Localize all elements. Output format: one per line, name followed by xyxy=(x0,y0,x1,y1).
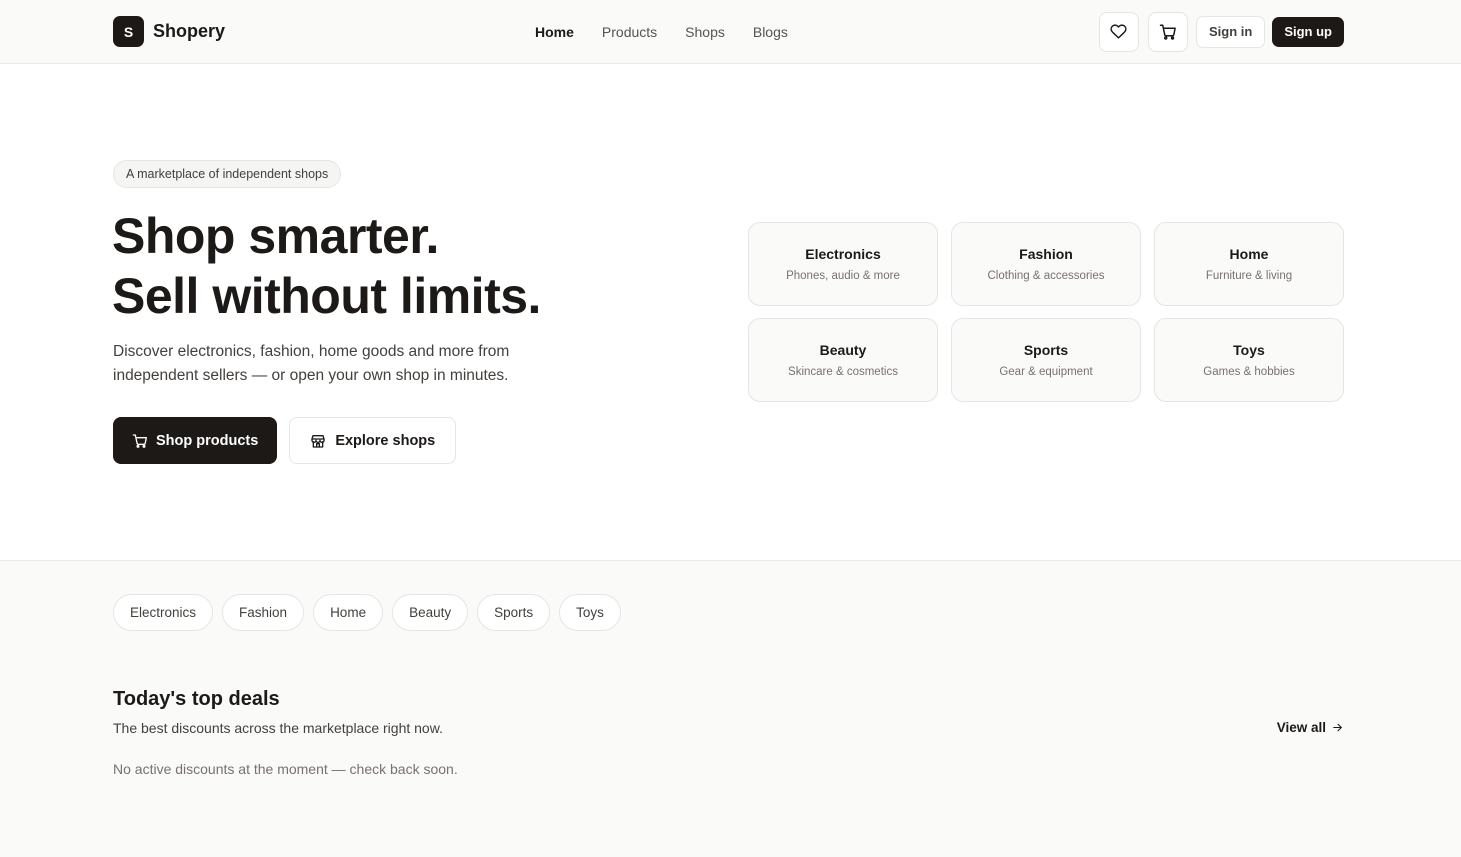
cart-icon xyxy=(132,433,147,448)
site-header: S Shopery Home Products Shops Blogs Sign… xyxy=(0,0,1461,64)
sign-in-button[interactable]: Sign in xyxy=(1195,15,1266,48)
category-title: Fashion xyxy=(1019,246,1073,262)
chip-home[interactable]: Home xyxy=(313,594,384,631)
cart-icon xyxy=(1159,24,1176,40)
nav-home[interactable]: Home xyxy=(535,24,574,40)
view-all-link[interactable]: View all xyxy=(1277,720,1344,735)
hero-headline: Shop smarter. Sell without limits. xyxy=(112,206,541,326)
category-card-fashion[interactable]: Fashion Clothing & accessories xyxy=(951,222,1141,306)
explore-shops-label: Explore shops xyxy=(335,432,436,449)
category-card-home[interactable]: Home Furniture & living xyxy=(1154,222,1344,306)
wishlist-button[interactable] xyxy=(1098,11,1139,52)
deals-subtitle: The best discounts across the marketplac… xyxy=(113,720,443,736)
shop-products-label: Shop products xyxy=(156,432,259,449)
view-all-label: View all xyxy=(1276,720,1326,735)
category-title: Electronics xyxy=(805,246,881,262)
category-card-sports[interactable]: Sports Gear & equipment xyxy=(951,318,1141,402)
category-card-beauty[interactable]: Beauty Skincare & cosmetics xyxy=(748,318,938,402)
heart-icon xyxy=(1110,24,1128,39)
category-title: Toys xyxy=(1233,342,1265,358)
category-title: Beauty xyxy=(819,342,867,358)
chip-beauty[interactable]: Beauty xyxy=(392,594,469,631)
header-inner: S Shopery Home Products Shops Blogs Sign… xyxy=(113,0,1344,63)
sign-up-button[interactable]: Sign up xyxy=(1272,16,1344,47)
category-desc: Skincare & cosmetics xyxy=(788,366,898,378)
cart-button[interactable] xyxy=(1147,11,1188,52)
deals-section: Electronics Fashion Home Beauty Sports T… xyxy=(0,561,1461,857)
category-desc: Gear & equipment xyxy=(999,366,1093,378)
brand-logo: S xyxy=(113,16,144,47)
chip-toys[interactable]: Toys xyxy=(559,594,621,631)
chip-sports[interactable]: Sports xyxy=(477,594,551,631)
category-grid: Electronics Phones, audio & more Fashion… xyxy=(748,222,1344,402)
chip-fashion[interactable]: Fashion xyxy=(222,594,305,631)
category-desc: Clothing & accessories xyxy=(987,270,1105,282)
category-desc: Furniture & living xyxy=(1205,270,1293,282)
explore-shops-button[interactable]: Explore shops xyxy=(289,417,457,464)
nav-blogs[interactable]: Blogs xyxy=(753,24,788,40)
category-title: Home xyxy=(1229,246,1269,262)
hero-cta-row: Shop products Explore shops xyxy=(113,417,457,464)
headline-line-2: Sell without limits. xyxy=(112,268,541,324)
category-card-toys[interactable]: Toys Games & hobbies xyxy=(1154,318,1344,402)
header-actions: Sign in Sign up xyxy=(1098,11,1344,52)
shop-products-button[interactable]: Shop products xyxy=(113,417,278,464)
store-icon xyxy=(311,434,325,448)
hero-section: A marketplace of independent shops Shop … xyxy=(0,64,1461,561)
chip-electronics[interactable]: Electronics xyxy=(113,594,214,631)
headline-line-1: Shop smarter. xyxy=(112,208,439,264)
arrow-right-icon xyxy=(1333,723,1342,732)
category-desc: Phones, audio & more xyxy=(786,270,900,282)
category-title: Sports xyxy=(1023,342,1069,358)
category-card-electronics[interactable]: Electronics Phones, audio & more xyxy=(748,222,938,306)
deals-empty-message: No active discounts at the moment — chec… xyxy=(113,761,458,777)
hero-subtitle: Discover electronics, fashion, home good… xyxy=(113,343,510,384)
category-desc: Games & hobbies xyxy=(1203,366,1295,378)
brand-link[interactable]: S Shopery xyxy=(113,16,225,47)
deals-title: Today's top deals xyxy=(113,688,280,710)
nav-shops[interactable]: Shops xyxy=(685,24,725,40)
nav-products[interactable]: Products xyxy=(602,24,657,40)
brand-name: Shopery xyxy=(153,21,226,41)
category-chips: Electronics Fashion Home Beauty Sports T… xyxy=(113,594,621,631)
main-nav: Home Products Shops Blogs xyxy=(535,0,788,63)
hero-eyebrow-badge: A marketplace of independent shops xyxy=(113,160,342,188)
